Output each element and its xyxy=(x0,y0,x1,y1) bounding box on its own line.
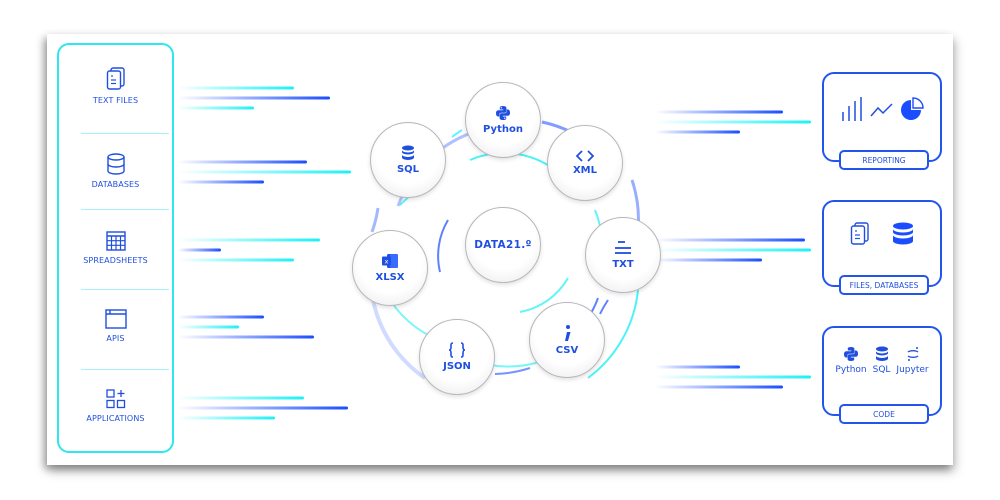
ring-arc xyxy=(437,219,449,273)
flow-line xyxy=(178,396,304,400)
flow-line xyxy=(655,258,762,262)
flow-line xyxy=(655,238,805,242)
hub-node-xlsx[interactable]: x XLSX xyxy=(352,230,428,306)
semicolon-icon xyxy=(565,325,571,341)
flow-line xyxy=(655,130,740,134)
hub-node-label: Python xyxy=(483,124,523,135)
flow-line xyxy=(178,258,294,262)
source-label: SPREADSHEETS xyxy=(83,256,148,265)
hub-center-node[interactable]: DATA21.º xyxy=(465,207,541,283)
output-flow-lines xyxy=(655,110,811,389)
code-item-label: Python xyxy=(835,365,867,375)
flow-line xyxy=(178,238,320,242)
hub-node-label: JSON xyxy=(443,361,471,372)
hub-node-label: CSV xyxy=(555,345,579,356)
database-icon xyxy=(875,346,888,361)
text-lines-icon xyxy=(615,241,631,254)
hub-node-python[interactable]: Python xyxy=(465,82,541,158)
source-item-apis[interactable]: APIS xyxy=(59,309,172,343)
output-files-databases[interactable]: FILES, DATABASES xyxy=(822,200,942,295)
flow-line xyxy=(178,416,275,420)
source-label: APPLICATIONS xyxy=(86,414,145,423)
hub-node-label: TXT xyxy=(612,259,634,270)
hub-node-json[interactable]: JSON xyxy=(419,319,495,395)
flow-line xyxy=(178,248,221,252)
flow-line xyxy=(655,365,740,369)
source-panel: TEXT FILES DATABASES SPREADSHEETS APIS A… xyxy=(57,43,174,453)
flow-line xyxy=(178,86,294,90)
output-code[interactable]: Python SQL Jupyter CODE xyxy=(822,326,942,424)
flow-line xyxy=(655,375,811,379)
code-item-label: Jupyter xyxy=(896,365,929,375)
bar-chart-icon xyxy=(842,97,862,121)
hub-node-sql[interactable]: SQL xyxy=(370,122,446,198)
divider xyxy=(81,133,169,134)
hub-node-xml[interactable]: XML xyxy=(547,125,623,201)
code-item-label: SQL xyxy=(872,365,891,375)
hub-node-label: SQL xyxy=(396,164,420,175)
code-brackets-icon xyxy=(576,150,594,162)
database-icon xyxy=(893,222,913,245)
hub-node-label: XLSX xyxy=(375,272,405,283)
spreadsheet-icon xyxy=(105,231,126,251)
python-icon xyxy=(844,347,858,361)
flow-line xyxy=(655,385,783,389)
pie-chart-icon xyxy=(901,97,924,120)
api-window-icon xyxy=(104,309,127,329)
source-item-databases[interactable]: DATABASES xyxy=(59,153,172,189)
output-label-tag: REPORTING xyxy=(839,150,929,170)
database-icon xyxy=(402,145,414,160)
files-db-icons xyxy=(824,222,940,246)
source-item-applications[interactable]: APPLICATIONS xyxy=(59,389,172,423)
flow-line xyxy=(178,315,264,319)
code-item-python: Python xyxy=(835,346,867,375)
ring-arc xyxy=(599,299,609,315)
text-files-icon xyxy=(106,67,125,90)
output-label-tag: CODE xyxy=(839,404,929,424)
source-label: APIS xyxy=(106,334,125,343)
jupyter-icon xyxy=(907,347,918,361)
hub-node-label: XML xyxy=(572,165,598,176)
database-icon xyxy=(106,153,125,175)
svg-text:x: x xyxy=(385,258,389,266)
source-item-text-files[interactable]: TEXT FILES xyxy=(59,67,172,105)
flow-line xyxy=(655,248,811,252)
hub-node-txt[interactable]: TXT xyxy=(585,217,661,293)
source-flow-lines xyxy=(178,86,351,420)
line-chart-icon xyxy=(870,103,893,117)
ring-arc xyxy=(494,367,531,375)
python-icon xyxy=(496,106,510,120)
files-icon xyxy=(850,222,869,245)
divider xyxy=(81,209,169,210)
divider xyxy=(81,369,169,370)
reporting-icons xyxy=(824,96,940,122)
flow-line xyxy=(655,120,811,124)
applications-grid-icon xyxy=(105,389,125,409)
flow-line xyxy=(178,325,239,329)
code-item-sql: SQL xyxy=(872,346,891,375)
code-item-jupyter: Jupyter xyxy=(896,346,929,375)
flow-line xyxy=(655,110,783,114)
ring-arc xyxy=(370,207,380,233)
flow-line xyxy=(178,160,307,164)
flow-line xyxy=(178,406,348,410)
flow-line xyxy=(178,170,351,174)
flow-line xyxy=(178,180,264,184)
hub-node-csv[interactable]: CSV xyxy=(529,302,605,378)
excel-icon: x xyxy=(382,254,398,268)
flow-line xyxy=(178,335,314,339)
source-item-spreadsheets[interactable]: SPREADSHEETS xyxy=(59,231,172,265)
source-label: DATABASES xyxy=(91,180,140,189)
brand-logo: DATA21.º xyxy=(474,239,532,251)
output-reporting[interactable]: REPORTING xyxy=(822,72,942,170)
source-label: TEXT FILES xyxy=(92,96,139,105)
divider xyxy=(81,289,169,290)
flow-line xyxy=(178,96,330,100)
curly-braces-icon xyxy=(448,342,466,358)
output-label-tag: FILES, DATABASES xyxy=(839,275,929,295)
flow-line xyxy=(178,106,254,110)
code-items: Python SQL Jupyter xyxy=(824,346,940,375)
